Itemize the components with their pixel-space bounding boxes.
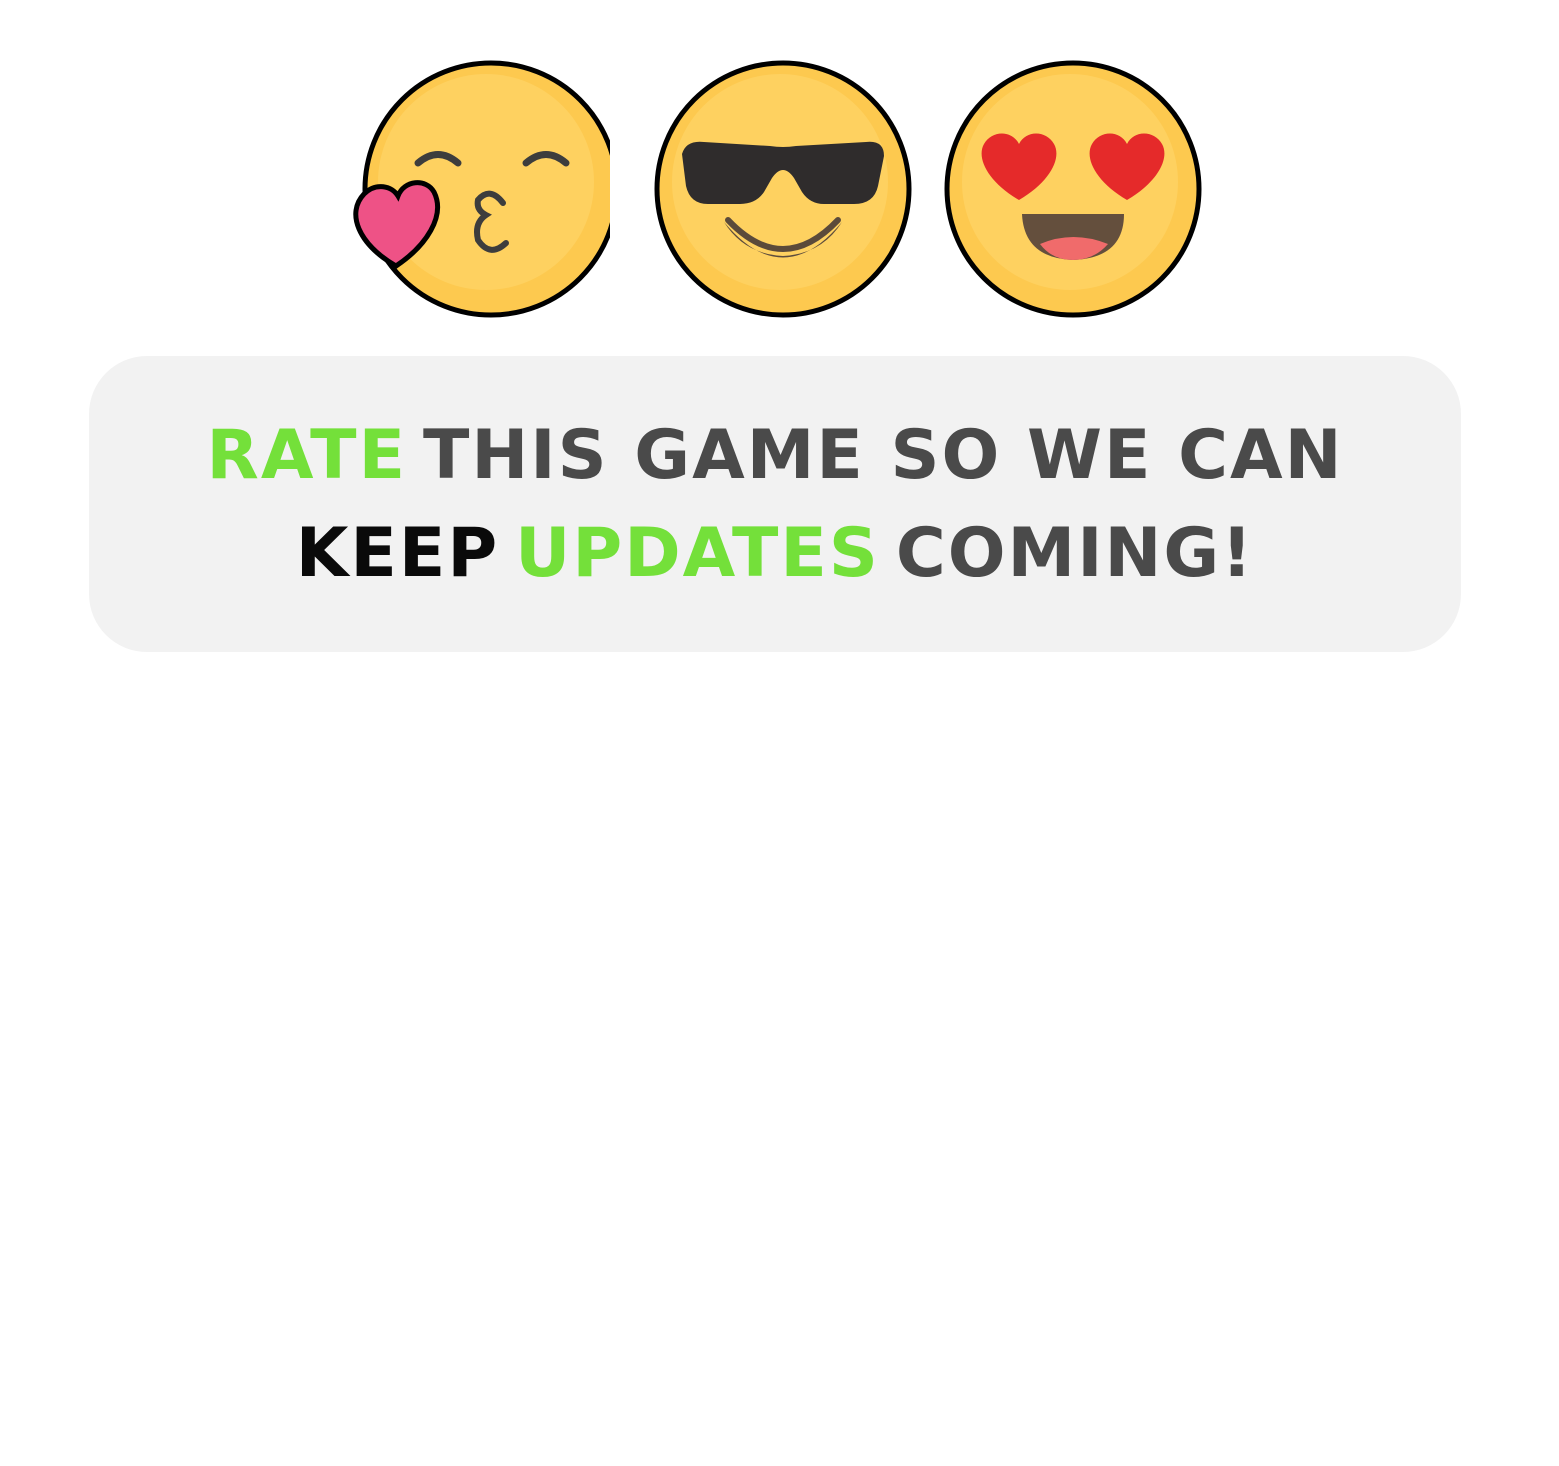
banner-line-1: RATE THIS GAME SO WE CAN	[89, 416, 1461, 496]
banner-text-coming: COMING!	[895, 514, 1255, 593]
emoji-row	[0, 0, 1559, 330]
banner-text-keep: KEEP	[295, 514, 500, 593]
banner-text: THIS GAME SO WE CAN	[423, 416, 1344, 495]
smiling-face-with-sunglasses-icon[interactable]	[652, 58, 914, 320]
banner-line-2: KEEP UPDATES COMING!	[89, 514, 1461, 594]
highlight-word-updates: UPDATES	[515, 514, 880, 593]
highlight-word-rate: RATE	[206, 416, 408, 495]
heart-eyes-face-icon[interactable]	[942, 58, 1204, 320]
kissing-face-with-heart-icon[interactable]	[348, 58, 610, 320]
rate-game-banner: RATE THIS GAME SO WE CAN KEEP UPDATES COMIN…	[89, 356, 1461, 652]
